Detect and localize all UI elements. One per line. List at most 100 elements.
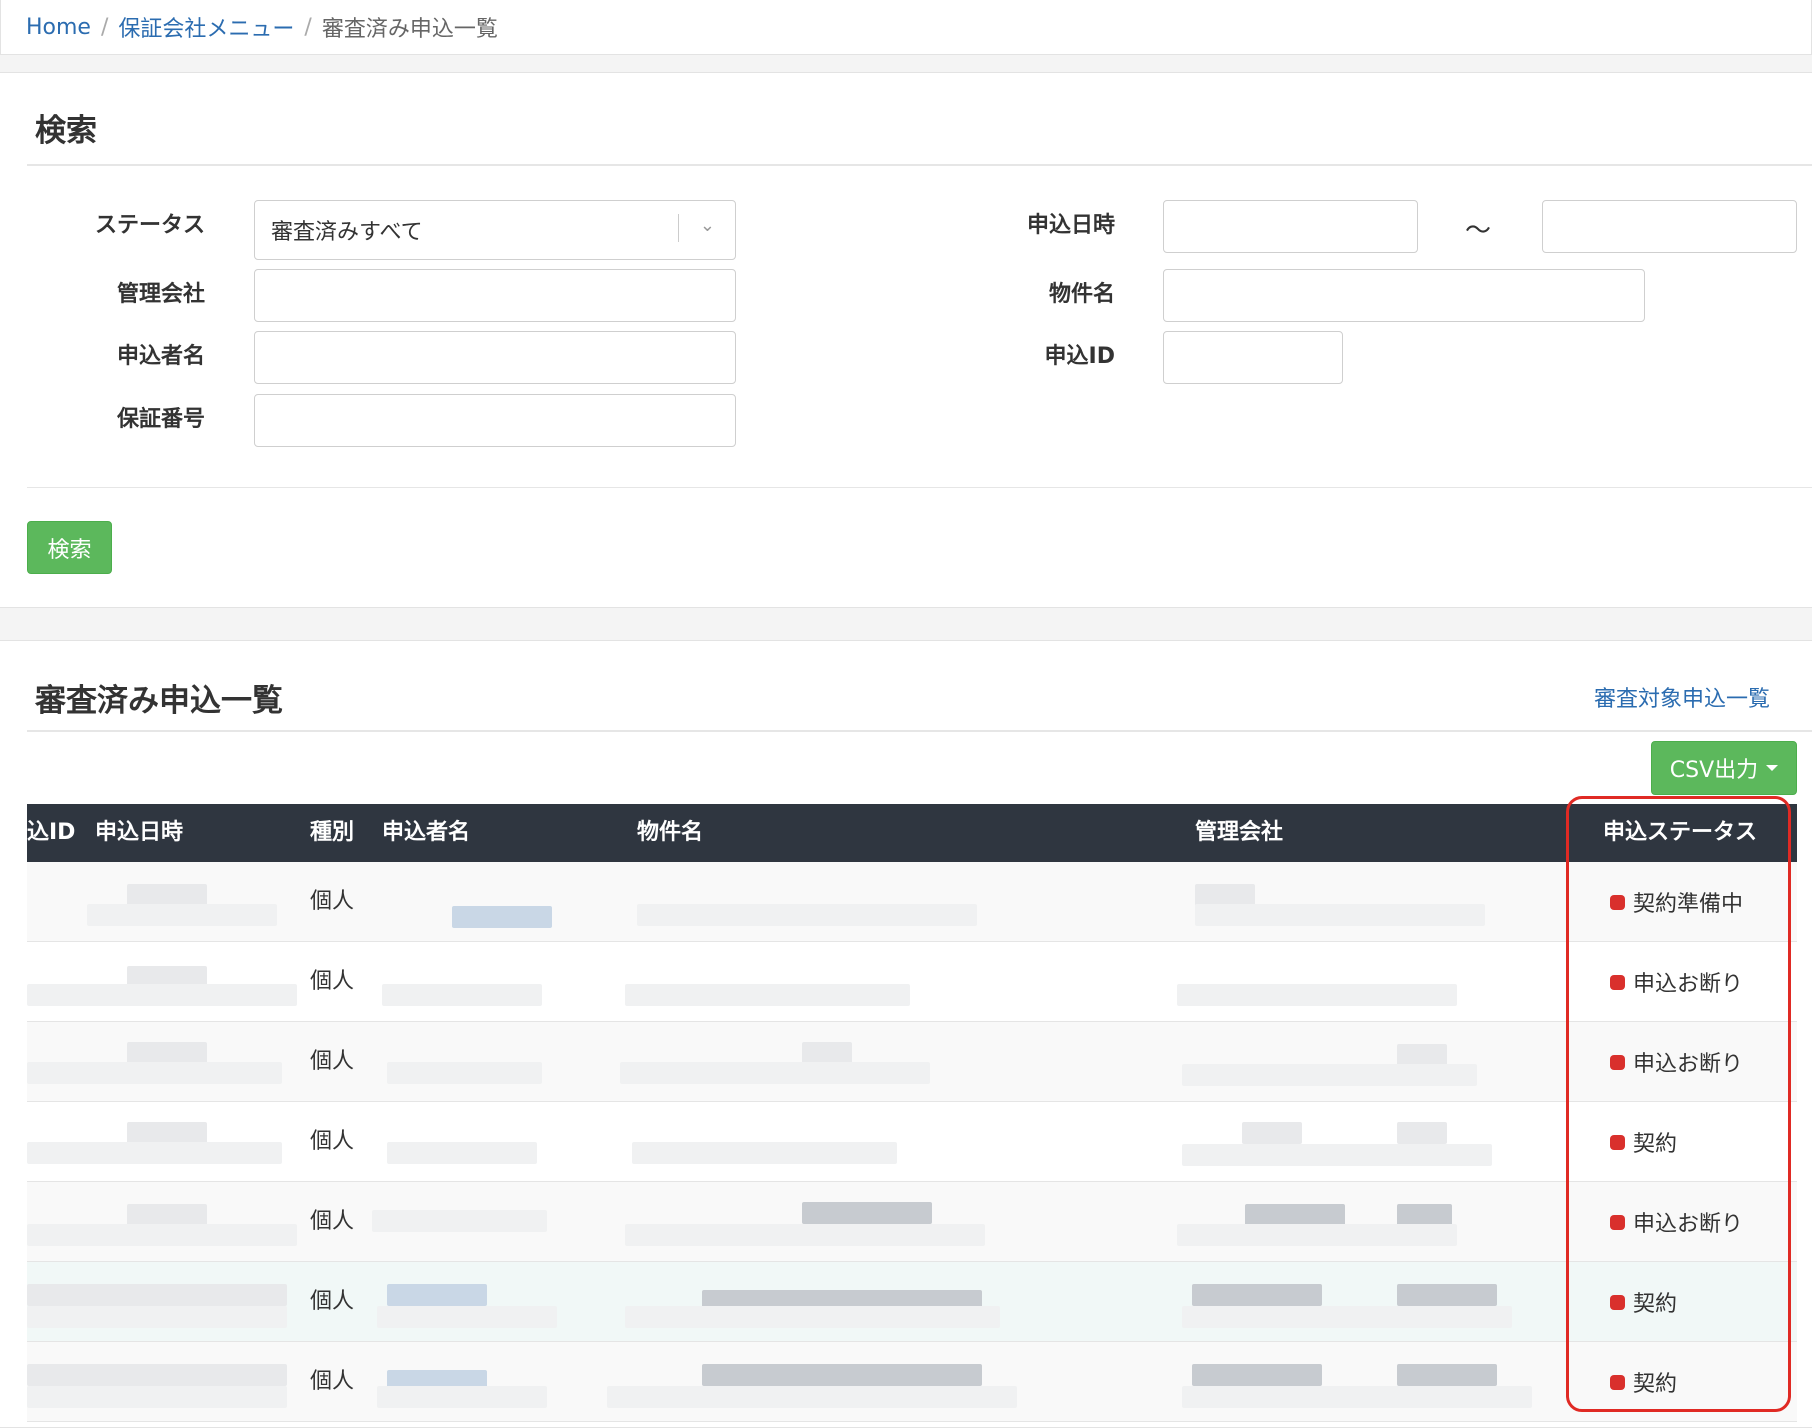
redacted-property [625,1306,1000,1328]
redacted-company [1245,1204,1345,1226]
redacted-company [1182,1064,1477,1086]
redacted-property [625,1224,985,1246]
redacted-applicant [377,1306,557,1328]
company-label: 管理会社 [116,282,205,307]
review-target-list-link[interactable]: 審査対象申込一覧 [1594,681,1770,713]
divider [27,164,1812,166]
redacted-company [1192,1284,1322,1306]
column-header-property[interactable]: 物件名 [637,804,703,862]
redacted-company [1195,884,1255,906]
redacted-property [637,904,977,926]
table-row[interactable]: 個人 契約準備中 [27,862,1797,942]
applicant-input[interactable] [254,331,736,384]
list-panel-title: 審査済み申込一覧 [35,683,283,719]
redacted-date [27,984,297,1006]
type-cell: 個人 [310,1289,355,1314]
status-dot-icon [1610,1134,1625,1150]
status-select[interactable]: 審査済みすべて ⌄ [254,200,736,260]
redacted-company [1182,1144,1492,1166]
guarantee-number-label: 保証番号 [116,407,205,432]
redacted-date [127,1204,207,1226]
application-id-input[interactable] [1163,331,1343,384]
table-row[interactable]: 個人 申込お断り [27,942,1797,1022]
breadcrumb: Home / 保証会社メニュー / 審査済み申込一覧 [0,0,1812,55]
redacted-date [127,1122,207,1144]
redacted-date [27,1062,282,1084]
status-cell: 契約 [1610,1342,1677,1422]
applications-table: 込ID 申込日時 種別 申込者名 物件名 管理会社 申込ステータス 個人 契約準… [27,804,1797,1422]
redacted-company [1195,904,1485,926]
breadcrumb-separator: / [304,14,312,40]
redacted-date [27,1306,287,1328]
date-from-input[interactable] [1163,200,1418,253]
type-cell: 個人 [310,1209,355,1234]
redacted-company [1177,984,1457,1006]
table-body: 個人 契約準備中 個人 申込お断り 個人 申込お断り 個人 契約 個人 申込お断… [27,862,1797,1422]
csv-export-label: CSV出力 [1669,758,1759,783]
column-header-type[interactable]: 種別 [310,804,354,862]
table-row[interactable]: 個人 契約 [27,1262,1797,1342]
search-panel: 検索 ステータス 審査済みすべて ⌄ 管理会社 申込者名 保証番号 申込日時 〜… [0,72,1812,608]
date-to-input[interactable] [1542,200,1797,253]
guarantee-number-input[interactable] [254,394,736,447]
redacted-company [1397,1204,1452,1226]
column-header-company[interactable]: 管理会社 [1195,804,1283,862]
divider [27,487,1812,488]
table-row[interactable]: 個人 契約 [27,1342,1797,1422]
status-dot-icon [1610,1214,1625,1230]
status-label: 申込お断り [1633,1052,1744,1077]
redacted-applicant [377,1386,547,1408]
redacted-applicant [452,906,552,928]
redacted-applicant [387,1062,542,1084]
breadcrumb-menu-link[interactable]: 保証会社メニュー [118,11,294,43]
column-header-id[interactable]: 込ID [27,804,75,862]
column-header-date[interactable]: 申込日時 [95,804,183,862]
redacted-property [802,1042,852,1064]
breadcrumb-home-link[interactable]: Home [26,15,91,40]
type-cell: 個人 [310,1049,355,1074]
table-row[interactable]: 個人 申込お断り [27,1182,1797,1262]
redacted-property [625,984,910,1006]
status-dot-icon [1610,1054,1625,1070]
applicant-label: 申込者名 [116,344,205,369]
breadcrumb-current: 審査済み申込一覧 [321,17,498,42]
redacted-company [1177,1224,1457,1246]
chevron-down-icon: ⌄ [699,215,715,236]
redacted-date [87,904,277,926]
redacted-date [127,884,207,906]
table-row[interactable]: 個人 契約 [27,1102,1797,1182]
table-header: 込ID 申込日時 種別 申込者名 物件名 管理会社 申込ステータス [27,804,1797,862]
application-id-label: 申込ID [1044,344,1115,369]
redacted-company [1242,1122,1302,1144]
redacted-company [1397,1044,1447,1066]
select-divider [678,214,679,242]
status-label: 契約 [1633,1372,1678,1397]
status-label: 申込お断り [1633,972,1744,997]
column-header-status[interactable]: 申込ステータス [1603,804,1757,862]
date-label: 申込日時 [1026,213,1115,238]
redacted-date [27,1284,287,1306]
redacted-company [1182,1386,1532,1408]
redacted-property [702,1364,982,1386]
status-label: ステータス [94,213,205,238]
property-input[interactable] [1163,269,1645,322]
redacted-date [27,1364,287,1386]
status-label: 契約 [1633,1292,1678,1317]
status-select-value: 審査済みすべて [271,220,423,245]
status-dot-icon [1610,894,1625,910]
redacted-date [27,1224,297,1246]
redacted-property [620,1062,930,1084]
table-row[interactable]: 個人 申込お断り [27,1022,1797,1102]
redacted-applicant [387,1142,537,1164]
search-button[interactable]: 検索 [27,521,112,574]
redacted-date [27,1386,287,1408]
status-cell: 契約 [1610,1102,1677,1182]
csv-export-button[interactable]: CSV出力 [1651,741,1797,795]
redacted-company [1182,1306,1512,1328]
column-header-applicant[interactable]: 申込者名 [382,804,470,862]
status-cell: 申込お断り [1610,942,1743,1022]
status-cell: 契約準備中 [1610,862,1743,942]
redacted-property [607,1386,1017,1408]
redacted-company [1397,1122,1447,1144]
company-input[interactable] [254,269,736,322]
